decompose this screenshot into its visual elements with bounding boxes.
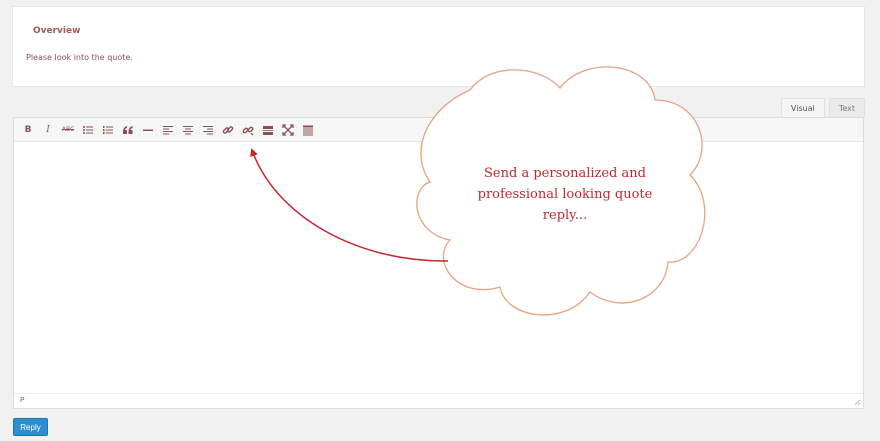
callout-text: Send a personalized and professional loo… (477, 166, 653, 223)
annotation-overlay (250, 66, 706, 316)
